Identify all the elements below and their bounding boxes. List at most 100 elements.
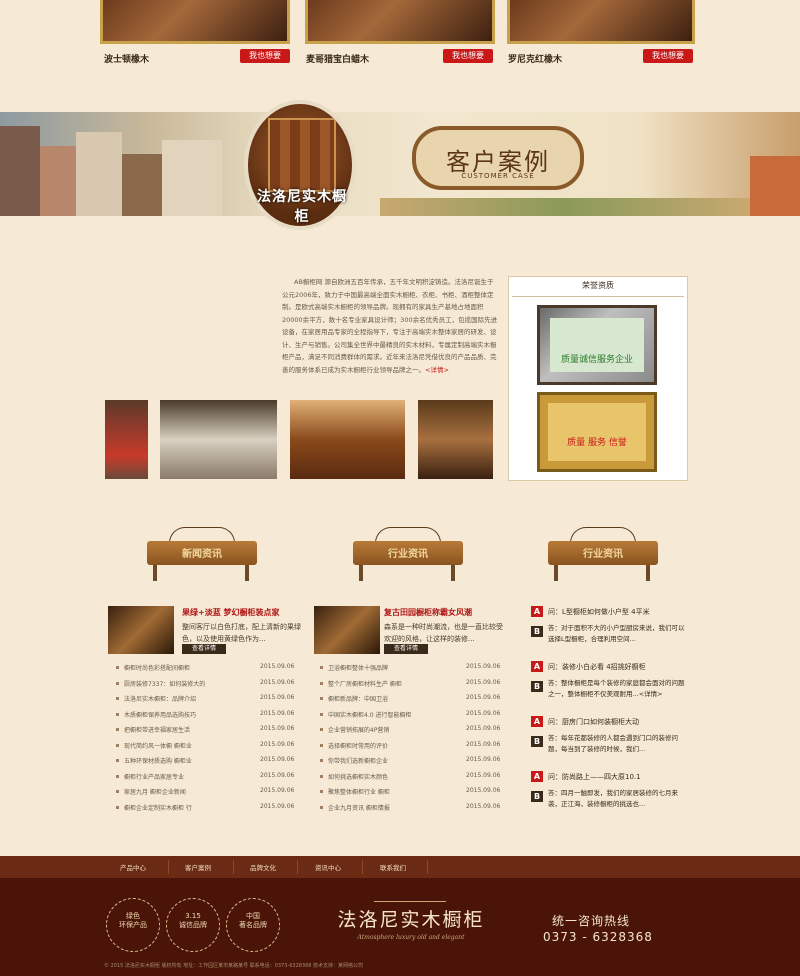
bullet-icon xyxy=(320,728,323,731)
case-photo-3[interactable] xyxy=(290,400,405,479)
badge-eco: 绿色 环保产品 xyxy=(119,912,147,929)
news-item-title[interactable]: 企业九月资讯 橱柜情报 xyxy=(328,803,390,812)
news-item[interactable]: 橱柜行业产品家居专业 2015.09.06 xyxy=(116,771,296,783)
news-item-title[interactable]: 企业营销拓展的4P营销 xyxy=(328,725,389,734)
news-item[interactable]: 中国实木橱柜4.0 进行智能橱柜 2015.09.06 xyxy=(320,709,500,721)
product-image-2[interactable] xyxy=(305,0,495,44)
qa-question[interactable]: 问：厨房门口如何装橱柜大动 xyxy=(548,717,639,727)
house-illustration xyxy=(0,126,40,216)
want-it-button-3[interactable]: 我也想要 xyxy=(643,49,693,63)
news-item-title[interactable]: 选择橱柜时常用的评价 xyxy=(328,741,388,750)
news-sign-1[interactable]: 新闻资讯 xyxy=(147,527,257,581)
divider xyxy=(297,860,298,874)
news-item-date: 2015.09.06 xyxy=(260,709,295,717)
news-item-title[interactable]: 卫浴橱柜整体十强品牌 xyxy=(328,663,388,672)
news-item-title[interactable]: 现代简约风一体橱 橱柜业 xyxy=(124,741,192,750)
qa-question[interactable]: 问：L型橱柜如何做小户型 4平米 xyxy=(548,607,650,617)
bullet-icon xyxy=(320,805,323,809)
bullet-icon xyxy=(320,759,323,762)
news-item-title[interactable]: 把橱柜带进幸福家居生活 xyxy=(124,725,190,734)
intro-more-link[interactable]: <详情> xyxy=(425,366,449,374)
news-item-title[interactable]: 整个厂房橱柜材料生产 橱柜 xyxy=(328,679,402,688)
news-sign-2-label: 行业资讯 xyxy=(388,549,428,560)
footer-nav-brand[interactable]: 品牌文化 xyxy=(250,862,276,872)
news-item[interactable]: 橱柜企业定制实木橱柜 行 2015.09.06 xyxy=(116,802,296,814)
news-item[interactable]: 聚焦整体橱柜行业 橱柜 2015.09.06 xyxy=(320,786,500,798)
news-item[interactable]: 你带我们选新橱柜企业 2015.09.06 xyxy=(320,755,500,767)
case-photo-1[interactable] xyxy=(105,400,148,479)
news-item-title[interactable]: 如何挑选橱柜实木颜色 xyxy=(328,772,388,781)
question-icon: A xyxy=(531,661,543,672)
footer-nav-news[interactable]: 资讯中心 xyxy=(315,862,341,872)
divider xyxy=(233,860,234,874)
footer-nav-cases[interactable]: 客户案例 xyxy=(185,862,211,872)
news-sign-3[interactable]: 行业资讯 xyxy=(548,527,658,581)
feature-title-2[interactable]: 复古田园橱柜称霸女风潮 xyxy=(384,607,472,618)
feature-image-1[interactable] xyxy=(108,606,174,654)
news-item-date: 2015.09.06 xyxy=(260,787,295,794)
view-details-button-2[interactable]: 查看详情 xyxy=(384,644,428,654)
news-item[interactable]: 选择橱柜时常用的评价 2015.09.06 xyxy=(320,740,500,752)
news-item-title[interactable]: 橱柜时尚色彩搭配间橱柜 xyxy=(124,663,190,672)
news-item-date: 2015.09.06 xyxy=(466,663,501,670)
news-item-title[interactable]: 家居九月 橱柜企业新闻 xyxy=(124,787,186,796)
question-icon: A xyxy=(531,771,543,782)
feature-image-2[interactable] xyxy=(314,606,380,654)
news-item[interactable]: 厨房装修7337：如何装修大的 2015.09.06 xyxy=(116,678,296,690)
qa-answer: 答：四月一触即发，我们的家居装修的七月来袭，正江海，装修橱柜的挑选也... xyxy=(548,789,678,808)
news-item[interactable]: 现代简约风一体橱 橱柜业 2015.09.06 xyxy=(116,740,296,752)
hotline-label: 统一咨询热线 xyxy=(552,914,631,928)
certificate-image-1[interactable]: 质量诚信服务企业 xyxy=(537,305,657,385)
news-item[interactable]: 橱柜新品牌：中国卫浴 2015.09.06 xyxy=(320,693,500,705)
news-item[interactable]: 五种环保材质选购 橱柜业 2015.09.06 xyxy=(116,755,296,767)
want-it-button-1[interactable]: 我也想要 xyxy=(240,49,290,63)
grass-decoration xyxy=(380,198,750,216)
product-image-3[interactable] xyxy=(507,0,695,44)
news-item[interactable]: 法洛尼实木橱柜：品牌介绍 2015.09.06 xyxy=(116,693,296,705)
news-item-date: 2015.09.06 xyxy=(466,756,501,763)
bullet-icon xyxy=(320,681,323,685)
news-item-title[interactable]: 木质橱柜保养用品选购技巧 xyxy=(124,710,196,719)
footer-slogan: Atmosphere luxury old and elegant xyxy=(357,934,465,941)
news-item-title[interactable]: 中国实木橱柜4.0 进行智能橱柜 xyxy=(328,710,411,719)
house-illustration xyxy=(122,154,162,216)
case-photo-2[interactable] xyxy=(160,400,277,479)
news-item-title[interactable]: 橱柜企业定制实木橱柜 行 xyxy=(124,803,192,812)
qa-answer: 答：整体橱柜是每个装修的家庭都会面对的问题之一，整体橱柜不仅美观耐用...<详情… xyxy=(548,679,685,698)
qa-question[interactable]: 问：装修小白必看 4招挑好橱柜 xyxy=(548,662,646,672)
news-item-title[interactable]: 橱柜行业产品家居专业 xyxy=(124,772,184,781)
case-photo-4[interactable] xyxy=(418,400,493,479)
news-item[interactable]: 家居九月 橱柜企业新闻 2015.09.06 xyxy=(116,786,296,798)
news-item[interactable]: 企业营销拓展的4P营销 2015.09.06 xyxy=(320,724,500,736)
honor-title: 荣誉资质 xyxy=(582,281,614,290)
news-item-title[interactable]: 聚焦整体橱柜行业 橱柜 xyxy=(328,787,390,796)
certificate-2-text: 质量 服务 信誉 xyxy=(567,438,627,448)
want-it-button-2[interactable]: 我也想要 xyxy=(443,49,493,63)
bullet-icon xyxy=(116,728,119,731)
news-item[interactable]: 橱柜时尚色彩搭配间橱柜 2015.09.06 xyxy=(116,662,296,674)
news-item[interactable]: 卫浴橱柜整体十强品牌 2015.09.06 xyxy=(320,662,500,674)
news-sign-2[interactable]: 行业资讯 xyxy=(353,527,463,581)
news-item[interactable]: 如何挑选橱柜实木颜色 2015.09.06 xyxy=(320,771,500,783)
certificate-image-2[interactable]: 质量 服务 信誉 xyxy=(537,392,657,472)
news-item-title[interactable]: 橱柜新品牌：中国卫浴 xyxy=(328,694,388,703)
news-item-title[interactable]: 厨房装修7337：如何装修大的 xyxy=(124,679,205,688)
badge-famous: 中国 著名品牌 xyxy=(239,912,267,929)
bullet-icon xyxy=(116,712,119,716)
footer-nav-products[interactable]: 产品中心 xyxy=(120,862,146,872)
news-item-title[interactable]: 你带我们选新橱柜企业 xyxy=(328,756,388,765)
hotline-number[interactable]: 0373 - 6328368 xyxy=(543,930,653,944)
feature-title-1[interactable]: 果绿+淡蓝 梦幻橱柜装点家 xyxy=(182,607,280,618)
news-item[interactable]: 把橱柜带进幸福家居生活 2015.09.06 xyxy=(116,724,296,736)
news-item-title[interactable]: 法洛尼实木橱柜：品牌介绍 xyxy=(124,694,196,703)
news-item[interactable]: 木质橱柜保养用品选购技巧 2015.09.06 xyxy=(116,709,296,721)
news-item[interactable]: 整个厂房橱柜材料生产 橱柜 2015.09.06 xyxy=(320,678,500,690)
house-illustration xyxy=(40,146,76,216)
news-item[interactable]: 企业九月资讯 橱柜情报 2015.09.06 xyxy=(320,802,500,814)
view-details-button-1[interactable]: 查看详情 xyxy=(182,644,226,654)
footer-nav-contact[interactable]: 联系我们 xyxy=(380,862,406,872)
news-item-title[interactable]: 五种环保材质选购 橱柜业 xyxy=(124,756,192,765)
qa-question[interactable]: 问：防尚路上——四大原10.1 xyxy=(548,772,641,782)
divider xyxy=(512,296,684,297)
product-image-1[interactable] xyxy=(100,0,290,44)
